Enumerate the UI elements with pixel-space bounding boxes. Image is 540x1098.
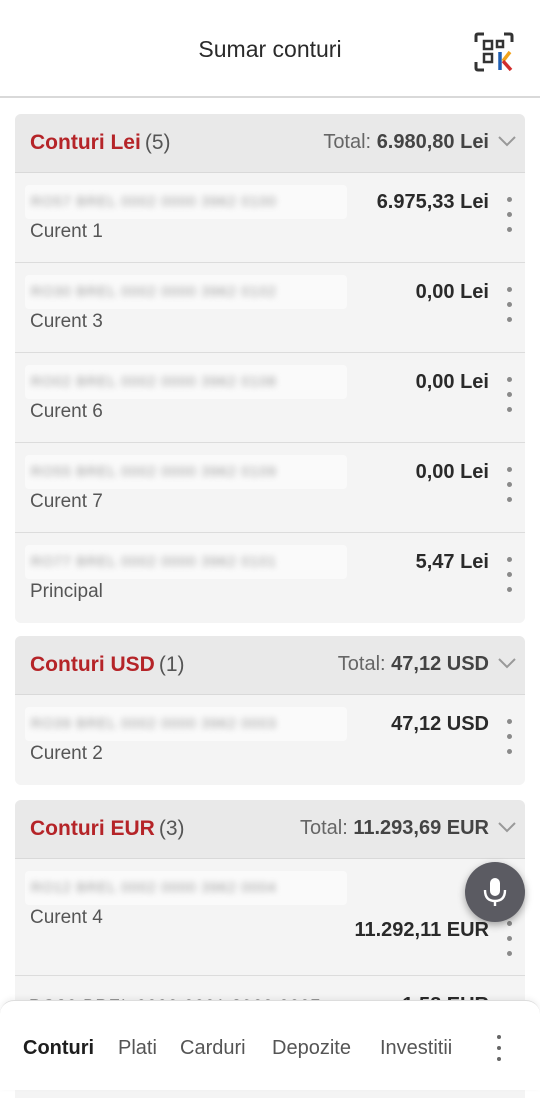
account-iban: RO55 BREL 0002 0000 3962 0109 (25, 455, 347, 489)
account-name: Curent 2 (30, 743, 103, 764)
account-name: Curent 3 (30, 311, 103, 332)
group-count: (1) (158, 653, 185, 676)
voice-assistant-button[interactable] (465, 862, 525, 922)
group-header-eur[interactable]: Conturi EUR (3) Total: 11.293,69 EUR (15, 800, 525, 859)
more-options-icon[interactable] (502, 921, 516, 963)
tab-investitii[interactable]: Investitii (380, 1037, 452, 1060)
more-options-icon[interactable] (502, 287, 516, 329)
account-balance: 0,00 Lei (415, 281, 489, 303)
group-title: Conturi Lei (5) (30, 131, 171, 154)
account-balance: 6.975,33 Lei (376, 191, 489, 213)
more-options-icon[interactable] (502, 557, 516, 599)
page-title: Sumar conturi (198, 36, 342, 62)
tab-depozite[interactable]: Depozite (272, 1037, 351, 1060)
group-total: Total: 6.980,80 Lei (323, 131, 489, 153)
account-iban: RO30 BREL 0002 0000 3962 0102 (25, 275, 347, 309)
chevron-down-icon[interactable] (497, 656, 517, 670)
account-balance: 11.292,11 EUR (354, 919, 489, 941)
account-row[interactable]: RO02 BREL 0002 0000 3962 0108 Curent 6 0… (15, 353, 525, 443)
group-count: (3) (158, 817, 185, 840)
account-row[interactable]: RO57 BREL 0002 0000 3962 0100 Curent 1 6… (15, 173, 525, 263)
qr-scan-icon[interactable] (472, 30, 516, 74)
group-total: Total: 47,12 USD (337, 653, 489, 675)
group-header-usd[interactable]: Conturi USD (1) Total: 47,12 USD (15, 636, 525, 695)
account-balance: 47,12 USD (391, 713, 489, 735)
chevron-down-icon[interactable] (497, 820, 517, 834)
account-balance: 0,00 Lei (415, 461, 489, 483)
chevron-down-icon[interactable] (497, 134, 517, 148)
account-row[interactable]: RO55 BREL 0002 0000 3962 0109 Curent 7 0… (15, 443, 525, 533)
more-options-icon[interactable] (502, 719, 516, 761)
account-row[interactable]: RO39 BREL 0002 0000 3962 0003 Curent 2 4… (15, 695, 525, 785)
group-count: (5) (144, 131, 171, 154)
tab-plati[interactable]: Plati (118, 1037, 157, 1060)
group-title: Conturi USD (1) (30, 653, 185, 676)
account-name: Principal (30, 581, 103, 602)
app-header: Sumar conturi (0, 0, 540, 98)
account-name: Curent 1 (30, 221, 103, 242)
account-row[interactable]: RO30 BREL 0002 0000 3962 0102 Curent 3 0… (15, 263, 525, 353)
group-title: Conturi EUR (3) (30, 817, 185, 840)
account-name: Curent 7 (30, 491, 103, 512)
group-card-lei: Conturi Lei (5) Total: 6.980,80 Lei RO57 … (15, 114, 525, 623)
group-total: Total: 11.293,69 EUR (299, 817, 489, 839)
account-name: Curent 4 (30, 907, 103, 928)
account-balance: 0,00 Lei (415, 371, 489, 393)
account-iban: RO57 BREL 0002 0000 3962 0100 (25, 185, 347, 219)
more-options-icon[interactable] (502, 197, 516, 239)
more-options-icon[interactable] (502, 467, 516, 509)
more-options-icon[interactable] (502, 377, 516, 419)
more-menu-icon[interactable] (492, 1035, 506, 1065)
account-iban: RO39 BREL 0002 0000 3962 0003 (25, 707, 347, 741)
account-iban: RO02 BREL 0002 0000 3962 0108 (25, 365, 347, 399)
bottom-navigation: Conturi Plati Carduri Depozite Investiti… (0, 1000, 540, 1090)
tab-conturi[interactable]: Conturi (23, 1037, 94, 1060)
microphone-icon (483, 878, 507, 906)
group-header-lei[interactable]: Conturi Lei (5) Total: 6.980,80 Lei (15, 114, 525, 173)
account-balance: 5,47 Lei (415, 551, 489, 573)
account-iban: RO12 BREL 0002 0000 3962 0004 (25, 871, 347, 905)
tab-carduri[interactable]: Carduri (180, 1037, 246, 1060)
account-row[interactable]: RO77 BREL 0002 0000 3962 0101 Principal … (15, 533, 525, 623)
account-iban: RO77 BREL 0002 0000 3962 0101 (25, 545, 347, 579)
accounts-summary: Conturi Lei (5) Total: 6.980,80 Lei RO57 … (0, 98, 540, 1098)
account-row[interactable]: RO12 BREL 0002 0000 3962 0004 Curent 4 1… (15, 859, 525, 976)
group-card-usd: Conturi USD (1) Total: 47,12 USD RO39 BRE… (15, 636, 525, 785)
account-name: Curent 6 (30, 401, 103, 422)
